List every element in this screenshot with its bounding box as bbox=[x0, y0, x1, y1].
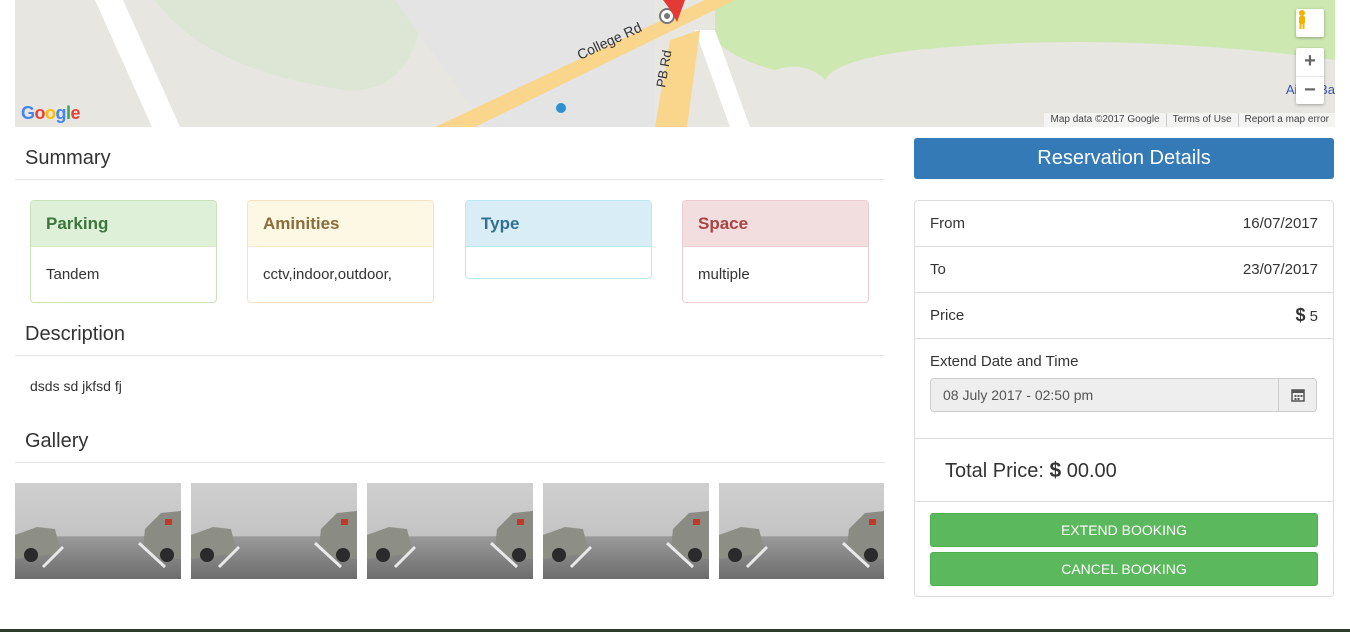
cancel-booking-button[interactable]: CANCEL BOOKING bbox=[930, 552, 1318, 586]
parking-value: Tandem bbox=[46, 266, 100, 283]
space-heading: Space bbox=[683, 201, 868, 247]
pegman-icon[interactable] bbox=[1296, 9, 1324, 37]
to-value: 23/07/2017 bbox=[1242, 261, 1318, 278]
extend-booking-button[interactable]: EXTEND BOOKING bbox=[930, 513, 1318, 547]
total-currency: $ bbox=[1049, 459, 1062, 482]
zoom-control: + − bbox=[1296, 48, 1324, 104]
amenities-heading: Aminities bbox=[248, 201, 433, 247]
extend-date-group bbox=[930, 378, 1317, 412]
from-label: From bbox=[930, 215, 965, 232]
gallery-title: Gallery bbox=[15, 419, 885, 463]
to-row: To 23/07/2017 bbox=[915, 247, 1333, 293]
reservation-panel: From 16/07/2017 To 23/07/2017 Price $ 5 … bbox=[914, 200, 1334, 597]
google-logo: Google bbox=[21, 103, 81, 123]
map-tiles: College Rd PB Rd bbox=[15, 0, 1335, 127]
total-label: Total Price: bbox=[945, 460, 1044, 482]
price-value-group: $ 5 bbox=[1295, 305, 1318, 326]
gallery-image[interactable] bbox=[15, 483, 181, 579]
total-price: Total Price: $ 00.00 bbox=[915, 439, 1333, 502]
to-label: To bbox=[930, 261, 946, 278]
amenities-value: cctv,indoor,outdoor, bbox=[263, 266, 392, 283]
zoom-out-button[interactable]: − bbox=[1296, 77, 1324, 105]
price-row: Price $ 5 bbox=[915, 293, 1333, 339]
space-value: multiple bbox=[698, 266, 750, 283]
reservation-header: Reservation Details bbox=[914, 138, 1334, 179]
total-value: 00.00 bbox=[1066, 460, 1117, 482]
extend-label: Extend Date and Time bbox=[930, 353, 1079, 370]
extend-date-input[interactable] bbox=[931, 379, 1278, 411]
price-value: 5 bbox=[1309, 308, 1318, 325]
zoom-in-button[interactable]: + bbox=[1296, 48, 1324, 77]
type-value bbox=[466, 247, 651, 278]
report-error-link[interactable]: Report a map error bbox=[1237, 113, 1335, 127]
location-map[interactable]: College Rd PB Rd Google Airtel Ba + − Ma… bbox=[15, 0, 1335, 127]
map-data-credit: Map data ©2017 Google bbox=[1050, 114, 1160, 125]
price-label: Price bbox=[930, 307, 965, 324]
gallery-image[interactable] bbox=[367, 483, 533, 579]
extend-block: Extend Date and Time bbox=[915, 339, 1333, 439]
description-text: dsds sd jkfsd fj bbox=[30, 378, 122, 394]
gallery-image[interactable] bbox=[543, 483, 709, 579]
amenities-panel: Aminities cctv,indoor,outdoor, bbox=[247, 200, 434, 303]
parking-panel: Parking Tandem bbox=[30, 200, 217, 303]
from-row: From 16/07/2017 bbox=[915, 201, 1333, 247]
gallery-image[interactable] bbox=[719, 483, 884, 579]
price-currency: $ bbox=[1295, 305, 1306, 325]
terms-link[interactable]: Terms of Use bbox=[1165, 113, 1238, 127]
space-panel: Space multiple bbox=[682, 200, 869, 303]
from-value: 16/07/2017 bbox=[1242, 215, 1318, 232]
type-panel: Type bbox=[465, 200, 652, 279]
calendar-icon[interactable] bbox=[1278, 379, 1316, 411]
summary-title: Summary bbox=[15, 136, 885, 180]
description-title: Description bbox=[15, 312, 885, 356]
gallery-strip bbox=[15, 483, 884, 579]
gallery-image[interactable] bbox=[191, 483, 357, 579]
map-footer: Map data ©2017 Google Terms of Use Repor… bbox=[1044, 113, 1335, 127]
type-heading: Type bbox=[466, 201, 651, 247]
parking-heading: Parking bbox=[31, 201, 216, 247]
